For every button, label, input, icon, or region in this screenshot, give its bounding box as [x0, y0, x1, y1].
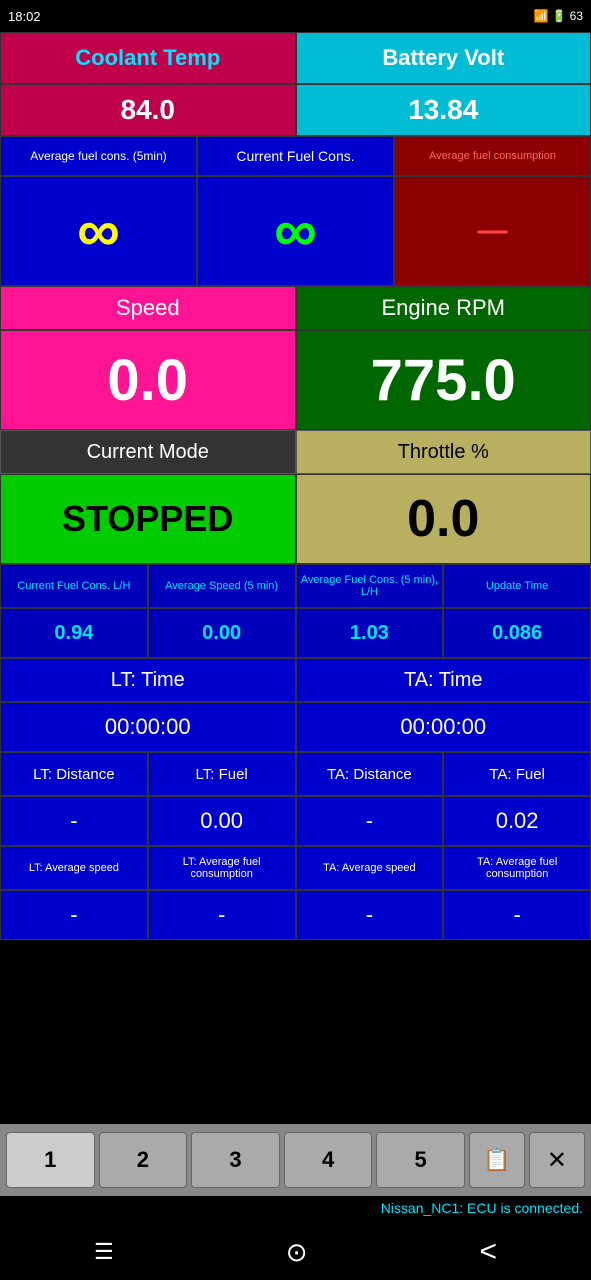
stats-header-row: Current Fuel Cons. L/H Average Speed (5 … [0, 564, 591, 608]
time-value-row: 00:00:00 00:00:00 [0, 702, 591, 752]
ta-avg-speed-value: - [296, 890, 444, 940]
stat-avg-speed-val: 0.00 [148, 608, 296, 658]
nav-back-icon[interactable]: < [479, 1235, 497, 1269]
battery-label: Battery Volt [296, 32, 591, 84]
ta-fuel-label: TA: Fuel [443, 752, 591, 796]
ta-time-value: 00:00:00 [296, 702, 591, 752]
mode-label: Current Mode [0, 430, 296, 474]
stat-cur-fuel-label: Current Fuel Cons. L/H [0, 564, 148, 608]
tab-2[interactable]: 2 [99, 1132, 188, 1188]
lt-distance-value: - [0, 796, 148, 846]
infinity-icon-green: ∞ [274, 201, 317, 261]
list-icon-button[interactable]: 📋 [469, 1132, 525, 1188]
avg-fuel-infinity: ∞ [0, 176, 197, 286]
main-grid: Coolant Temp Battery Volt 84.0 13.84 Ave… [0, 32, 591, 1124]
cur-fuel-cons-label: Current Fuel Cons. [197, 136, 394, 176]
status-bar: 18:02 📶 🔋 63 [0, 0, 591, 32]
list-icon: 📋 [483, 1147, 510, 1173]
lt-fuel-value: 0.00 [148, 796, 296, 846]
ta-avg-fuel-label: TA: Average fuel consumption [443, 846, 591, 890]
close-button[interactable]: ✕ [529, 1132, 585, 1188]
bottom-tabs: 1 2 3 4 5 📋 ✕ [0, 1124, 591, 1196]
stat-cur-fuel-val: 0.94 [0, 608, 148, 658]
battery-icon: 🔋 [552, 9, 567, 23]
status-time: 18:02 [8, 9, 41, 24]
stat-update-time-val: 0.086 [443, 608, 591, 658]
speed-value: 0.0 [0, 330, 296, 430]
rpm-value: 775.0 [296, 330, 591, 430]
battery-value: 13.84 [296, 84, 591, 136]
lt-avg-fuel-label: LT: Average fuel consumption [148, 846, 296, 890]
lt-time-label: LT: Time [0, 658, 296, 702]
status-icons: 📶 🔋 63 [534, 9, 583, 23]
avg-header-row: LT: Average speed LT: Average fuel consu… [0, 846, 591, 890]
fuel-value-row: ∞ ∞ — [0, 176, 591, 286]
cur-fuel-infinity: ∞ [197, 176, 394, 286]
ta-fuel-value: 0.02 [443, 796, 591, 846]
stat-avg-fuel-label: Average Fuel Cons. (5 min), L/H [296, 564, 444, 608]
tab-1[interactable]: 1 [6, 1132, 95, 1188]
status-message: Nissan_NC1: ECU is connected. [0, 1196, 591, 1224]
nav-home-icon[interactable]: ⊙ [286, 1237, 308, 1268]
avg-fuel-cons-label: Average fuel cons. (5min) [0, 136, 197, 176]
rpm-label: Engine RPM [296, 286, 591, 330]
infinity-icon-yellow: ∞ [77, 201, 120, 261]
ta-avg-speed-label: TA: Average speed [296, 846, 444, 890]
ta-avg-fuel-value: - [443, 890, 591, 940]
sensor-value-row: 84.0 13.84 [0, 84, 591, 136]
mode-throttle-value-row: STOPPED 0.0 [0, 474, 591, 564]
lt-avg-speed-value: - [0, 890, 148, 940]
speed-rpm-header-row: Speed Engine RPM [0, 286, 591, 330]
signal-icon: 📶 [534, 9, 549, 23]
time-header-row: LT: Time TA: Time [0, 658, 591, 702]
dash-icon: — [478, 214, 508, 248]
stat-update-time-label: Update Time [443, 564, 591, 608]
android-nav-bar: ☰ ⊙ < [0, 1224, 591, 1280]
avg-value-row: - - - - [0, 890, 591, 940]
dist-fuel-value-row: - 0.00 - 0.02 [0, 796, 591, 846]
ta-distance-value: - [296, 796, 444, 846]
dist-fuel-header-row: LT: Distance LT: Fuel TA: Distance TA: F… [0, 752, 591, 796]
coolant-label: Coolant Temp [0, 32, 296, 84]
throttle-value: 0.0 [296, 474, 591, 564]
nav-menu-icon[interactable]: ☰ [94, 1239, 114, 1265]
sensor-header-row: Coolant Temp Battery Volt [0, 32, 591, 84]
tab-4[interactable]: 4 [284, 1132, 373, 1188]
mode-throttle-header-row: Current Mode Throttle % [0, 430, 591, 474]
tab-3[interactable]: 3 [191, 1132, 280, 1188]
speed-rpm-value-row: 0.0 775.0 [0, 330, 591, 430]
avg-fuel-cons-label2: Average fuel consumption [394, 136, 591, 176]
lt-avg-fuel-value: - [148, 890, 296, 940]
battery-level: 63 [570, 9, 583, 23]
lt-fuel-label: LT: Fuel [148, 752, 296, 796]
speed-label: Speed [0, 286, 296, 330]
tab-5[interactable]: 5 [376, 1132, 465, 1188]
ta-distance-label: TA: Distance [296, 752, 444, 796]
ta-time-label: TA: Time [296, 658, 591, 702]
lt-time-value: 00:00:00 [0, 702, 296, 752]
mode-value: STOPPED [0, 474, 296, 564]
lt-avg-speed-label: LT: Average speed [0, 846, 148, 890]
lt-distance-label: LT: Distance [0, 752, 148, 796]
avg-fuel-dash: — [394, 176, 591, 286]
stats-value-row: 0.94 0.00 1.03 0.086 [0, 608, 591, 658]
coolant-value: 84.0 [0, 84, 296, 136]
stat-avg-fuel-val: 1.03 [296, 608, 444, 658]
close-icon: ✕ [547, 1146, 567, 1175]
stat-avg-speed-label: Average Speed (5 min) [148, 564, 296, 608]
fuel-header-row: Average fuel cons. (5min) Current Fuel C… [0, 136, 591, 176]
throttle-label: Throttle % [296, 430, 591, 474]
